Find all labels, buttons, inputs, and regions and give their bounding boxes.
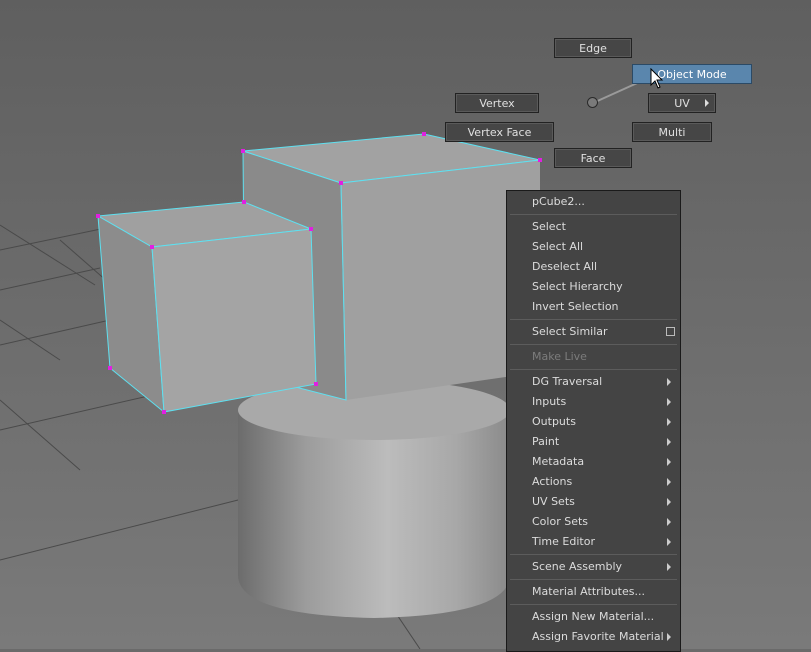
metadata-label: Metadata bbox=[532, 455, 585, 468]
scene-assembly-label: Scene Assembly bbox=[532, 560, 623, 573]
menu-item-uv-sets[interactable]: UV Sets bbox=[507, 492, 680, 512]
actions-label: Actions bbox=[532, 475, 573, 488]
menu-item-material-attributes[interactable]: Material Attributes... bbox=[507, 582, 680, 602]
menu-separator bbox=[510, 214, 677, 215]
submenu-arrow-icon bbox=[667, 538, 671, 546]
marking-face-button[interactable]: Face bbox=[554, 148, 632, 168]
small-cube-mesh[interactable] bbox=[96, 201, 317, 414]
uv-sets-label: UV Sets bbox=[532, 495, 575, 508]
mouse-cursor-icon bbox=[650, 68, 664, 89]
menu-item-select-similar[interactable]: Select Similar bbox=[507, 322, 680, 342]
assign-favorite-material-label: Assign Favorite Material bbox=[532, 630, 664, 643]
marking-edge-button[interactable]: Edge bbox=[554, 38, 632, 58]
menu-item-time-editor[interactable]: Time Editor bbox=[507, 532, 680, 552]
submenu-arrow-icon bbox=[667, 438, 671, 446]
menu-item-color-sets[interactable]: Color Sets bbox=[507, 512, 680, 532]
submenu-arrow-icon bbox=[667, 418, 671, 426]
context-menu: pCube2... Select Select All Deselect All… bbox=[506, 190, 681, 652]
marking-vertex-button[interactable]: Vertex bbox=[455, 93, 539, 113]
submenu-arrow-icon bbox=[667, 563, 671, 571]
submenu-arrow-icon bbox=[667, 633, 671, 641]
menu-item-scene-assembly[interactable]: Scene Assembly bbox=[507, 557, 680, 577]
uv-label: UV bbox=[674, 96, 690, 110]
submenu-arrow-icon bbox=[667, 398, 671, 406]
submenu-arrow-icon bbox=[667, 498, 671, 506]
menu-item-outputs[interactable]: Outputs bbox=[507, 412, 680, 432]
option-box-icon[interactable] bbox=[666, 327, 675, 336]
inputs-label: Inputs bbox=[532, 395, 567, 408]
menu-item-deselect-all[interactable]: Deselect All bbox=[507, 257, 680, 277]
menu-item-paint[interactable]: Paint bbox=[507, 432, 680, 452]
select-similar-label: Select Similar bbox=[532, 325, 608, 338]
menu-item-invert-selection[interactable]: Invert Selection bbox=[507, 297, 680, 317]
submenu-arrow-icon bbox=[667, 518, 671, 526]
menu-separator bbox=[510, 344, 677, 345]
menu-separator bbox=[510, 604, 677, 605]
menu-item-inputs[interactable]: Inputs bbox=[507, 392, 680, 412]
menu-item-assign-new-material[interactable]: Assign New Material... bbox=[507, 607, 680, 627]
time-editor-label: Time Editor bbox=[532, 535, 595, 548]
marking-menu-center bbox=[587, 97, 598, 108]
marking-uv-button[interactable]: UV bbox=[648, 93, 716, 113]
menu-item-metadata[interactable]: Metadata bbox=[507, 452, 680, 472]
menu-item-actions[interactable]: Actions bbox=[507, 472, 680, 492]
menu-separator bbox=[510, 554, 677, 555]
menu-item-select-all[interactable]: Select All bbox=[507, 237, 680, 257]
submenu-arrow-icon bbox=[667, 378, 671, 386]
outputs-label: Outputs bbox=[532, 415, 576, 428]
color-sets-label: Color Sets bbox=[532, 515, 589, 528]
cylinder-mesh[interactable] bbox=[238, 380, 510, 618]
menu-item-select-hierarchy[interactable]: Select Hierarchy bbox=[507, 277, 680, 297]
dg-traversal-label: DG Traversal bbox=[532, 375, 603, 388]
marking-multi-button[interactable]: Multi bbox=[632, 122, 712, 142]
menu-separator bbox=[510, 579, 677, 580]
menu-separator bbox=[510, 319, 677, 320]
submenu-arrow-icon bbox=[705, 99, 709, 107]
menu-separator bbox=[510, 369, 677, 370]
submenu-arrow-icon bbox=[667, 458, 671, 466]
menu-item-dg-traversal[interactable]: DG Traversal bbox=[507, 372, 680, 392]
menu-item-object-name[interactable]: pCube2... bbox=[507, 192, 680, 212]
paint-label: Paint bbox=[532, 435, 560, 448]
menu-item-assign-favorite-material[interactable]: Assign Favorite Material bbox=[507, 627, 680, 647]
marking-vertex-face-button[interactable]: Vertex Face bbox=[445, 122, 554, 142]
menu-item-select[interactable]: Select bbox=[507, 217, 680, 237]
submenu-arrow-icon bbox=[667, 478, 671, 486]
menu-item-make-live: Make Live bbox=[532, 350, 587, 363]
object-mode-label: Object Mode bbox=[657, 67, 727, 81]
